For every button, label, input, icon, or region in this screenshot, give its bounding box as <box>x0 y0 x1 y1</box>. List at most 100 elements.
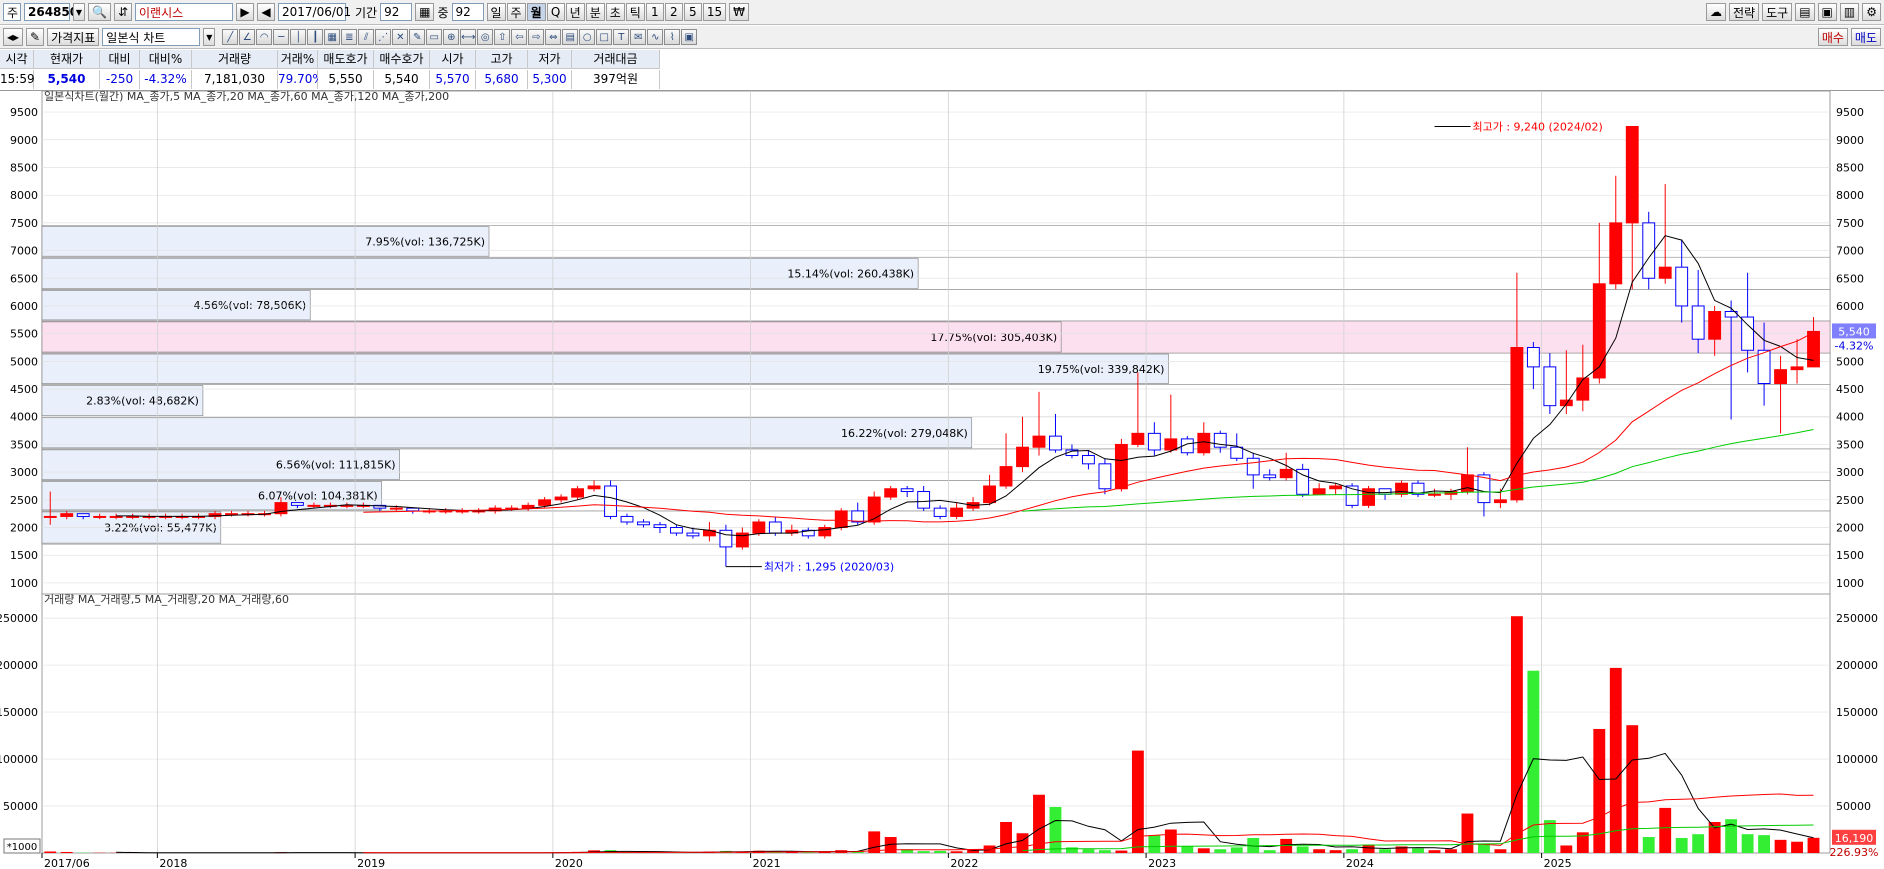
folder-icon[interactable]: ▤ <box>1795 3 1815 21</box>
strategy-button[interactable]: 전략 <box>1729 3 1760 21</box>
timeframe-button[interactable]: 15 <box>702 3 727 21</box>
prev-date-button[interactable]: ◀ <box>257 3 276 21</box>
volume-bar <box>1510 616 1523 853</box>
circle-tool-icon[interactable]: ○ <box>579 29 596 45</box>
volume-profile-bar <box>41 417 973 449</box>
grid-tool-icon[interactable]: ▦ <box>324 29 341 45</box>
candle-body <box>1016 446 1029 468</box>
cloud-icon[interactable]: ☁ <box>1706 3 1727 21</box>
quote-header: 거래대금 <box>572 50 660 69</box>
candle-body <box>1642 222 1656 279</box>
market-select[interactable]: 주 <box>3 3 21 21</box>
print-icon[interactable]: ▥ <box>1839 3 1860 21</box>
candle-body <box>1691 305 1705 340</box>
eraser-tool-icon[interactable]: ▭ <box>426 29 443 45</box>
volume-tick-label: 50000 <box>3 800 38 813</box>
rectangle-tool-icon[interactable]: □ <box>596 29 613 45</box>
timeframe-button[interactable]: 1 <box>645 3 664 21</box>
grid-icon[interactable]: ▦ <box>415 3 435 21</box>
left-right-arrow-tool-icon[interactable]: ⇔ <box>545 29 562 45</box>
timeframe-button[interactable]: 분 <box>585 3 605 21</box>
quote-header: 시각 <box>0 50 34 69</box>
quote-header: 거래량 <box>192 50 278 69</box>
line-tool-icon[interactable]: ╱ <box>222 29 239 45</box>
quote-value: -250 <box>100 70 140 89</box>
volume-bar <box>1214 849 1227 853</box>
price-volume-chart[interactable]: 3.22%(vol: 55,477K) 6.07%(vol: 104,381K) 6… <box>0 91 1884 869</box>
quote-header: 시가 <box>430 50 476 69</box>
magnet-tool-icon[interactable]: ◎ <box>477 29 494 45</box>
indicator-button[interactable]: 가격지표 <box>47 28 100 46</box>
timeframe-button[interactable]: Q <box>546 3 565 21</box>
volume-bar <box>1445 849 1457 853</box>
play-button[interactable]: ▶ <box>236 3 255 21</box>
buy-button[interactable]: 매수 <box>1817 28 1848 46</box>
zoom-input[interactable]: 92 <box>451 3 484 21</box>
timeframe-button[interactable]: 5 <box>683 3 702 21</box>
pattern-tool-icon[interactable]: ⌇ <box>664 29 681 45</box>
right-arrow-tool-icon[interactable]: ⇨ <box>528 29 545 45</box>
volume-bar <box>1560 845 1573 853</box>
quote-header: 매수호가 <box>374 50 430 69</box>
volume-profile-label: 6.07%(vol: 104,381K) <box>258 490 378 503</box>
price-tick-label-right: 5000 <box>1836 355 1864 368</box>
candle-body <box>1675 266 1689 307</box>
chart-type-select[interactable]: 일본식 차트 <box>102 28 201 46</box>
vertical-tool-icon[interactable]: │ <box>290 29 307 45</box>
clipboard-tool-icon[interactable]: ▤ <box>562 29 579 45</box>
parallel-tool-icon[interactable]: ⫽ <box>358 29 375 45</box>
stock-code-input[interactable]: 264850 <box>24 3 78 21</box>
zoom-tool-icon[interactable]: ⊕ <box>443 29 460 45</box>
list-toggle-icon[interactable]: ⇵ <box>113 3 133 21</box>
last-price-label: 5,540 <box>1838 325 1870 338</box>
timeframe-button[interactable]: 주 <box>506 3 526 21</box>
dropdown-arrow-icon[interactable]: ▼ <box>73 3 85 21</box>
sell-button[interactable]: 매도 <box>1850 28 1881 46</box>
multi-vertical-tool-icon[interactable]: ┃ <box>307 29 324 45</box>
tools-button[interactable]: 도구 <box>1762 3 1793 21</box>
currency-button[interactable]: ₩ <box>729 3 749 21</box>
angle-tool-icon[interactable]: ∠ <box>239 29 256 45</box>
timeframe-button[interactable]: 틱 <box>625 3 645 21</box>
candle-body <box>1757 349 1771 385</box>
stock-name-field[interactable]: 이랜시스 <box>135 3 234 21</box>
dropdown-arrow-icon[interactable]: ▼ <box>203 28 216 46</box>
timeframe-button[interactable]: 월 <box>526 3 546 21</box>
fan-tool-icon[interactable]: ⋰ <box>375 29 392 45</box>
timeframe-button[interactable]: 2 <box>664 3 683 21</box>
volume-tick-label: 150000 <box>0 706 38 719</box>
save-icon[interactable]: ▣ <box>1817 3 1837 21</box>
volume-panel <box>41 593 1831 854</box>
horizontal-tool-icon[interactable]: ─ <box>273 29 290 45</box>
period-input[interactable]: 92 <box>380 3 413 21</box>
collapse-toggle-icon[interactable]: ◂▸ <box>3 28 24 46</box>
candle-body <box>1576 377 1590 401</box>
left-arrow-tool-icon[interactable]: ⇦ <box>511 29 528 45</box>
price-tick-label: 4000 <box>10 411 38 424</box>
settings-icon[interactable]: ⚙ <box>1862 3 1881 21</box>
candle-body <box>1526 347 1540 368</box>
measure-tool-icon[interactable]: ⟷ <box>460 29 477 45</box>
timeframe-button[interactable]: 초 <box>605 3 625 21</box>
quote-value: 5,550 <box>318 70 374 89</box>
candle-body <box>1807 330 1820 368</box>
wave-tool-icon[interactable]: ∿ <box>647 29 664 45</box>
arc-tool-icon[interactable]: ◠ <box>256 29 273 45</box>
pencil-tool-icon[interactable]: ✎ <box>409 29 426 45</box>
start-date-input[interactable]: 2017/06/01 <box>278 3 351 21</box>
timeframe-button[interactable]: 일 <box>486 3 506 21</box>
candle-body <box>1049 435 1062 451</box>
cross-tool-icon[interactable]: ✕ <box>392 29 409 45</box>
volume-tick-label-right: 200000 <box>1836 659 1878 672</box>
channel-tool-icon[interactable]: ≣ <box>341 29 358 45</box>
price-tick-label: 4500 <box>10 383 38 396</box>
text-tool-icon[interactable]: T <box>613 29 630 45</box>
note-tool-icon[interactable]: ✉ <box>630 29 647 45</box>
volume-bar <box>1329 850 1342 853</box>
price-tick-label-right: 3500 <box>1836 438 1864 451</box>
timeframe-button[interactable]: 년 <box>565 3 585 21</box>
edit-icon[interactable]: ✎ <box>26 28 45 46</box>
search-icon[interactable]: 🔍 <box>88 3 111 21</box>
palette-tool-icon[interactable]: ▣ <box>681 29 698 45</box>
up-arrow-tool-icon[interactable]: ⇧ <box>494 29 511 45</box>
